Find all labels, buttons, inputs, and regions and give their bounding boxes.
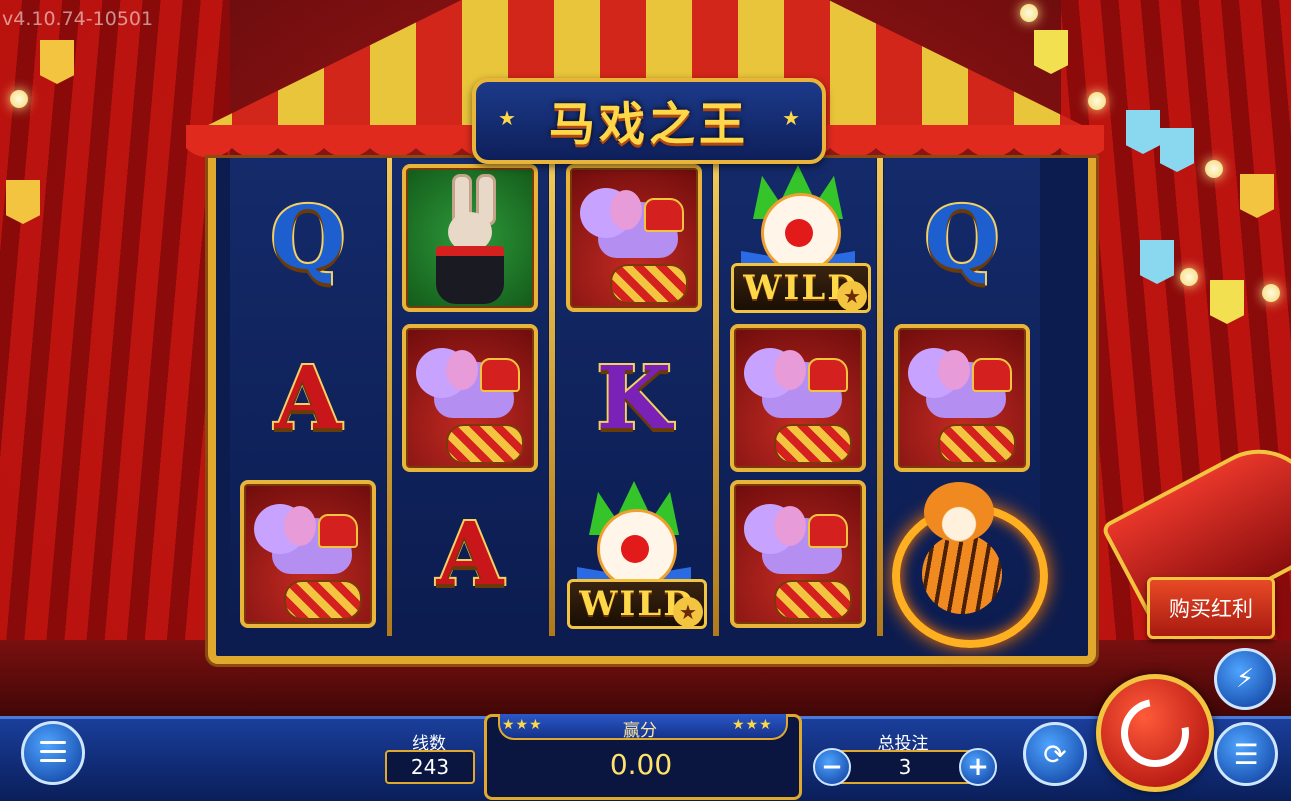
reel-cell xyxy=(556,160,712,316)
light-bulb xyxy=(1205,160,1223,178)
game-title-plaque: ★ 马戏之王 ★ xyxy=(472,78,826,164)
elephant-symbol xyxy=(402,324,538,472)
reel-3: K WILD ★ xyxy=(556,158,712,636)
reel-cell: K xyxy=(556,320,712,476)
reel-frame: Q A A K WILD ★ WILD ★ Q xyxy=(208,158,1096,664)
light-bulb xyxy=(10,90,28,108)
reel-divider xyxy=(549,158,555,636)
elephant-symbol xyxy=(566,164,702,312)
reel-cell xyxy=(230,476,386,632)
letter-symbol-q: Q xyxy=(923,186,1002,291)
reel-2: A xyxy=(392,158,548,636)
left-curtain xyxy=(0,0,230,720)
letter-symbol-k: K xyxy=(595,346,674,451)
total-bet-value: 3 xyxy=(830,750,980,784)
win-value: 0.00 xyxy=(609,748,673,781)
light-bulb xyxy=(1180,268,1198,286)
menu-button[interactable] xyxy=(21,721,85,785)
reel-cell: A xyxy=(230,320,386,476)
wild-clown-symbol: WILD ★ xyxy=(559,479,709,629)
coin-stack-button[interactable]: ☰ xyxy=(1214,722,1278,786)
reel-cell: A xyxy=(392,476,548,632)
reel-cell xyxy=(720,476,876,632)
star-icon: ★ xyxy=(782,106,800,130)
reel-divider xyxy=(877,158,883,636)
bet-decrease-button[interactable]: − xyxy=(813,748,851,786)
letter-symbol-a: A xyxy=(435,502,506,607)
spin-button[interactable] xyxy=(1096,674,1214,792)
reel-5: Q xyxy=(884,158,1048,648)
buy-bonus-button[interactable]: 购买红利 xyxy=(1147,577,1275,639)
reel-cell xyxy=(392,160,548,316)
wild-clown-symbol: WILD ★ xyxy=(723,163,873,313)
reel-divider xyxy=(713,158,719,636)
star-icon: ★ xyxy=(673,597,703,627)
letter-symbol-q: Q xyxy=(269,186,348,291)
reel-cell xyxy=(884,320,1040,476)
elephant-symbol xyxy=(894,324,1030,472)
elephant-symbol xyxy=(730,480,866,628)
reel-cell xyxy=(720,320,876,476)
reel-cell xyxy=(392,320,548,476)
tiger-fire-ring-symbol xyxy=(884,474,1048,648)
bunting-flag xyxy=(1126,110,1160,154)
star-icon: ★ xyxy=(498,106,516,130)
bunting-flag xyxy=(40,40,74,84)
bunting-flag xyxy=(1210,280,1244,324)
bunting-flag xyxy=(1160,128,1194,172)
bunting-flag xyxy=(6,180,40,224)
autoplay-button[interactable]: ⟳ xyxy=(1023,722,1087,786)
elephant-symbol xyxy=(730,324,866,472)
letter-symbol-a: A xyxy=(273,346,344,451)
bunting-flag xyxy=(1240,174,1274,218)
version-label: v4.10.74-10501 xyxy=(2,8,154,30)
reel-1: QA xyxy=(230,158,386,636)
lightning-icon[interactable]: ⚡ xyxy=(1214,648,1276,710)
star-icon: ★ xyxy=(837,281,867,311)
reel-cell: Q xyxy=(230,160,386,316)
coin-stack-icon: ☰ xyxy=(1233,737,1259,771)
light-bulb xyxy=(1262,284,1280,302)
bet-increase-button[interactable]: + xyxy=(959,748,997,786)
bunting-flag xyxy=(1140,240,1174,284)
lines-value: 243 xyxy=(385,750,475,784)
reel-cell: Q xyxy=(884,160,1040,316)
win-label: 赢分 xyxy=(623,721,657,741)
spin-arrow-icon xyxy=(1107,685,1203,781)
bunting-flag xyxy=(1034,30,1068,74)
light-bulb xyxy=(1020,4,1038,22)
light-bulb xyxy=(1088,92,1106,110)
reel-cell: WILD ★ xyxy=(720,160,876,316)
autoplay-refresh-icon: ⟳ xyxy=(1043,737,1067,771)
rabbit-hat-symbol xyxy=(402,164,538,312)
star-icon: ★★★ xyxy=(502,717,543,733)
hamburger-menu-icon xyxy=(40,750,66,753)
elephant-symbol xyxy=(240,480,376,628)
game-title: 马戏之王 xyxy=(549,97,749,151)
star-icon: ★★★ xyxy=(732,717,773,733)
reel-cell xyxy=(884,474,1048,648)
reel-4: WILD ★ xyxy=(720,158,876,636)
hamburger-menu-icon xyxy=(40,741,66,744)
hamburger-menu-icon xyxy=(40,759,66,762)
reel-cell: WILD ★ xyxy=(556,476,712,632)
